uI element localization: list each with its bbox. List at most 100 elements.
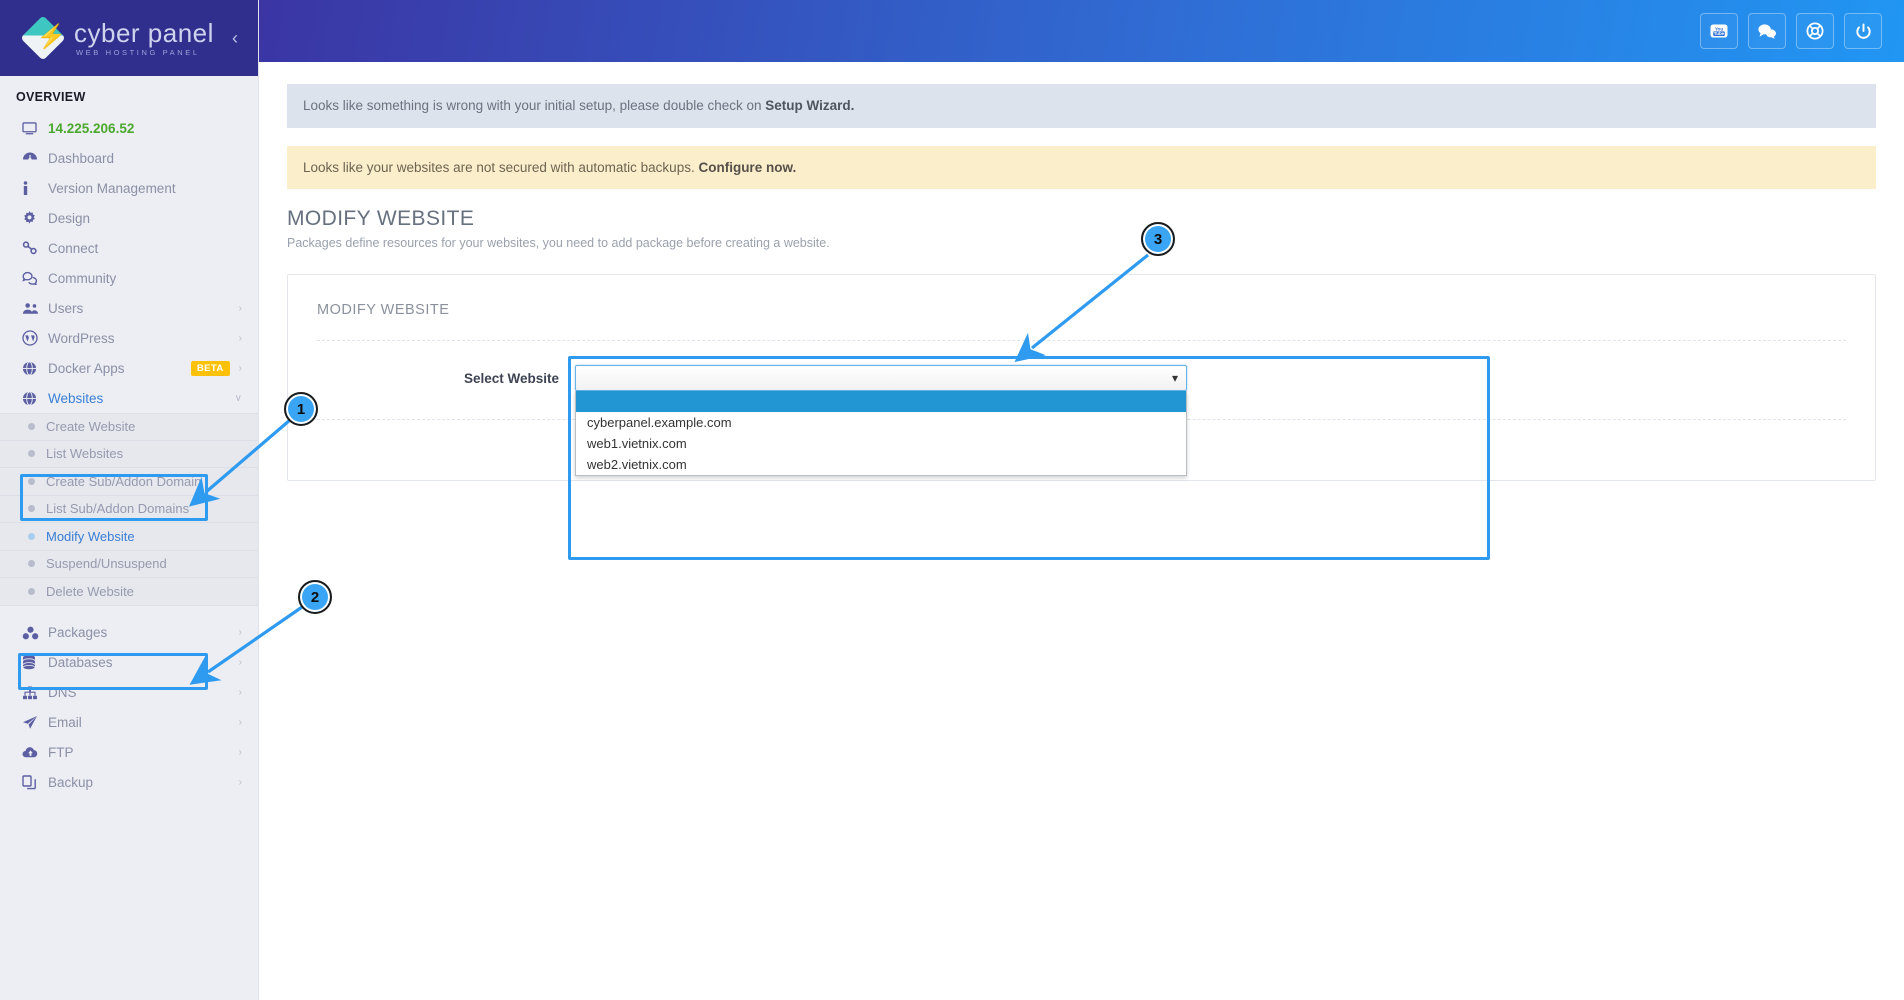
brand-tagline: WEB HOSTING PANEL <box>76 47 200 57</box>
sidebar-item-label: Community <box>48 270 117 286</box>
bullet-icon <box>28 532 35 540</box>
sidebar-item-label: Design <box>48 210 91 226</box>
globe-icon <box>22 360 48 376</box>
sidebar-item-databases[interactable]: Databases › <box>0 648 258 678</box>
sidebar-item-dns[interactable]: DNS › <box>0 678 258 708</box>
sidebar-item-label: Databases <box>48 655 113 670</box>
sidebar-item-backup[interactable]: Backup › <box>0 768 258 798</box>
database-icon <box>22 655 48 670</box>
select-website-dropdown: cyberpanel.example.com web1.vietnix.com … <box>575 391 1187 477</box>
chevron-right-icon: › <box>238 747 242 758</box>
monitor-icon <box>22 121 48 135</box>
backup-alert: Looks like your websites are not secured… <box>287 145 1876 190</box>
brand-header: ⚡ cyber panel WEB HOSTING PANEL ‹ <box>0 0 258 76</box>
chevron-right-icon: › <box>238 362 242 374</box>
sidebar-item-label: Version Management <box>48 180 176 196</box>
svg-text:Tube: Tube <box>1714 31 1725 36</box>
comments-icon <box>22 271 48 285</box>
bullet-icon <box>28 477 35 485</box>
dropdown-option[interactable]: web2.vietnix.com <box>576 454 1186 475</box>
info-icon <box>22 180 48 196</box>
sidebar-item-users[interactable]: Users › <box>0 293 258 323</box>
cloud-upload-icon <box>22 746 48 759</box>
sidebar-item-ftp[interactable]: FTP › <box>0 738 258 768</box>
alert-text: Looks like something is wrong with your … <box>303 98 766 113</box>
sidebar-item-label: Docker Apps <box>48 360 125 376</box>
bullet-icon <box>28 587 35 595</box>
cyberpanel-logo-icon: ⚡ <box>20 15 66 61</box>
card-title: MODIFY WEBSITE <box>317 302 450 319</box>
sidebar-subitem-label: Modify Website <box>46 528 135 544</box>
users-icon <box>22 302 48 315</box>
dropdown-option[interactable]: web1.vietnix.com <box>576 433 1186 454</box>
globe-icon <box>22 390 48 406</box>
select-website-row: Select Website ▾ cyberpanel.example.com … <box>288 341 1875 477</box>
sidebar-subitem-list-sub-addon-domains[interactable]: List Sub/Addon Domains <box>0 496 258 523</box>
chevron-right-icon: › <box>238 302 242 314</box>
sidebar-section-overview: OVERVIEW <box>16 90 86 104</box>
sidebar-subitem-delete-website[interactable]: Delete Website <box>0 578 258 606</box>
sidebar-item-docker-apps[interactable]: Docker Apps BETA › <box>0 353 258 383</box>
chevron-right-icon: › <box>238 777 242 788</box>
sidebar-item-connect[interactable]: Connect <box>0 233 258 263</box>
wordpress-icon <box>22 330 48 346</box>
sidebar-item-wordpress[interactable]: WordPress › <box>0 323 258 353</box>
dropdown-option[interactable]: cyberpanel.example.com <box>576 412 1186 433</box>
alert-text: Looks like your websites are not secured… <box>303 159 699 175</box>
sidebar-item-label: FTP <box>48 745 74 760</box>
select-website-input[interactable]: ▾ <box>575 365 1187 392</box>
dropdown-option-blank[interactable] <box>576 391 1186 413</box>
packages-icon <box>22 626 48 640</box>
link-icon <box>22 241 48 255</box>
gear-icon <box>22 210 48 226</box>
bullet-icon <box>28 505 35 513</box>
sidebar-item-dashboard[interactable]: Dashboard <box>0 143 258 173</box>
youtube-icon[interactable]: You Tube <box>1700 13 1738 49</box>
sidebar-item-label: Users <box>48 300 84 316</box>
sidebar-item-community[interactable]: Community <box>0 263 258 293</box>
chevron-left-icon[interactable]: ‹ <box>232 29 238 47</box>
bullet-icon <box>28 423 35 431</box>
page-subtitle: Packages define resources for your websi… <box>287 236 830 251</box>
sidebar-item-server-ip[interactable]: 14.225.206.52 <box>0 113 258 143</box>
chevron-right-icon: › <box>238 717 242 728</box>
chevron-down-icon: ▾ <box>1171 371 1178 386</box>
setup-wizard-link[interactable]: Setup Wizard. <box>765 98 854 113</box>
brand-name: cyber panel <box>74 17 214 48</box>
sidebar: ⚡ cyber panel WEB HOSTING PANEL ‹ OVERVI… <box>0 0 259 1000</box>
sidebar-item-design[interactable]: Design <box>0 203 258 233</box>
chat-icon[interactable] <box>1748 13 1786 49</box>
sidebar-subitem-label: Delete Website <box>46 583 134 599</box>
configure-now-link[interactable]: Configure now. <box>698 160 796 175</box>
sidebar-item-label: DNS <box>48 685 77 700</box>
select-website-label: Select Website <box>463 370 559 386</box>
sidebar-subitem-list-websites[interactable]: List Websites <box>0 441 258 468</box>
chevron-right-icon: › <box>238 332 242 344</box>
chevron-right-icon: › <box>238 687 242 698</box>
sidebar-item-packages[interactable]: Packages › <box>0 618 258 648</box>
websites-submenu: Create Website List Websites Create Sub/… <box>0 413 258 606</box>
copy-icon <box>22 775 48 790</box>
setup-wizard-alert: Looks like something is wrong with your … <box>287 84 1876 128</box>
power-icon[interactable] <box>1844 13 1882 49</box>
sidebar-subitem-modify-website[interactable]: Modify Website <box>0 523 258 551</box>
sidebar-subitem-create-website[interactable]: Create Website <box>0 413 258 441</box>
sidebar-subitem-label: Create Sub/Addon Domain <box>46 473 202 489</box>
sidebar-subitem-suspend-unsuspend[interactable]: Suspend/Unsuspend <box>0 551 258 578</box>
lifebuoy-icon[interactable] <box>1796 13 1834 49</box>
sidebar-item-label: Packages <box>48 625 108 640</box>
page-title: MODIFY WEBSITE <box>287 207 475 231</box>
sidebar-item-email[interactable]: Email › <box>0 708 258 738</box>
modify-website-card: MODIFY WEBSITE Select Website ▾ cyberpan… <box>287 274 1876 482</box>
sidebar-item-version-management[interactable]: Version Management <box>0 173 258 203</box>
select-website-control: ▾ cyberpanel.example.com web1.vietnix.co… <box>575 365 1187 477</box>
sidebar-item-websites[interactable]: Websites ∨ <box>0 383 258 413</box>
dashboard-icon <box>22 151 48 165</box>
sidebar-item-label: Email <box>48 715 82 730</box>
bullet-icon <box>28 450 35 458</box>
sidebar-subitem-create-sub-addon-domain[interactable]: Create Sub/Addon Domain <box>0 468 258 496</box>
app-root: ⚡ cyber panel WEB HOSTING PANEL ‹ OVERVI… <box>0 0 1904 1000</box>
top-header-bar: You Tube <box>259 0 1904 62</box>
sidebar-item-label: Websites <box>48 390 104 406</box>
